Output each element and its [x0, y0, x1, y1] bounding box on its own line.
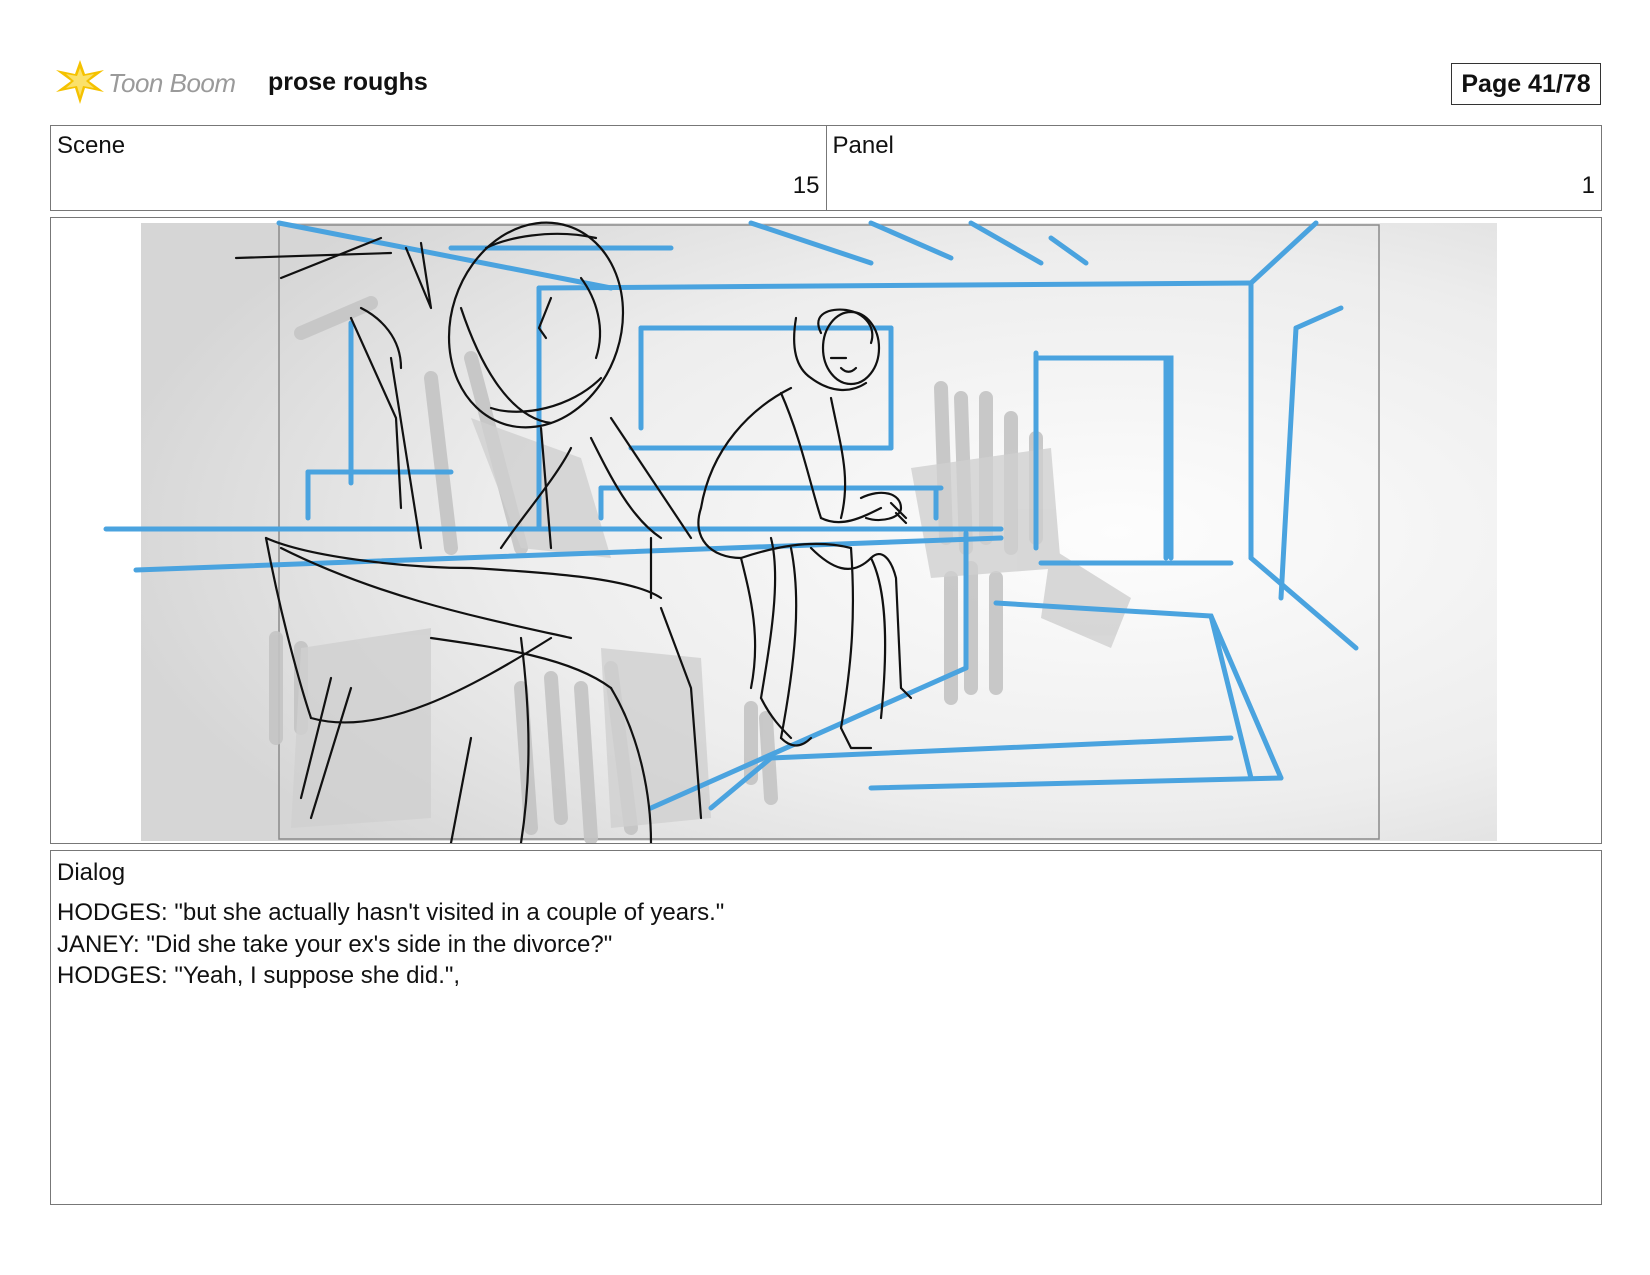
panel-number: 1 [1581, 172, 1595, 199]
panel-sketch [103, 220, 1497, 843]
scene-panel-info: Scene 15 Panel 1 [50, 125, 1602, 211]
starburst-icon [56, 60, 104, 104]
panel-label: Panel [832, 132, 894, 159]
dialog-line: HODGES: "Yeah, I suppose she did.", [57, 962, 461, 989]
dialog-box: Dialog HODGES: "but she actually hasn't … [50, 850, 1602, 1205]
storyboard-panel [50, 217, 1602, 844]
page-indicator: Page 41/78 [1451, 63, 1601, 105]
logo-text: Toon Boom [108, 68, 236, 98]
dialog-label: Dialog [57, 859, 126, 886]
toon-boom-logo: Toon Boom [52, 56, 252, 106]
project-title: prose roughs [268, 68, 428, 96]
dialog-line: JANEY: "Did she take your ex's side in t… [57, 930, 613, 958]
scene-number: 15 [792, 172, 820, 199]
header: Toon Boom prose roughs Page 41/78 [52, 56, 1612, 108]
panel-cell: Panel 1 [825, 126, 1602, 210]
scene-cell: Scene 15 [51, 126, 826, 210]
dialog-line: HODGES: "but she actually hasn't visited… [57, 899, 725, 926]
scene-label: Scene [57, 132, 126, 159]
dialog-text: HODGES: "but she actually hasn't visited… [57, 897, 724, 992]
